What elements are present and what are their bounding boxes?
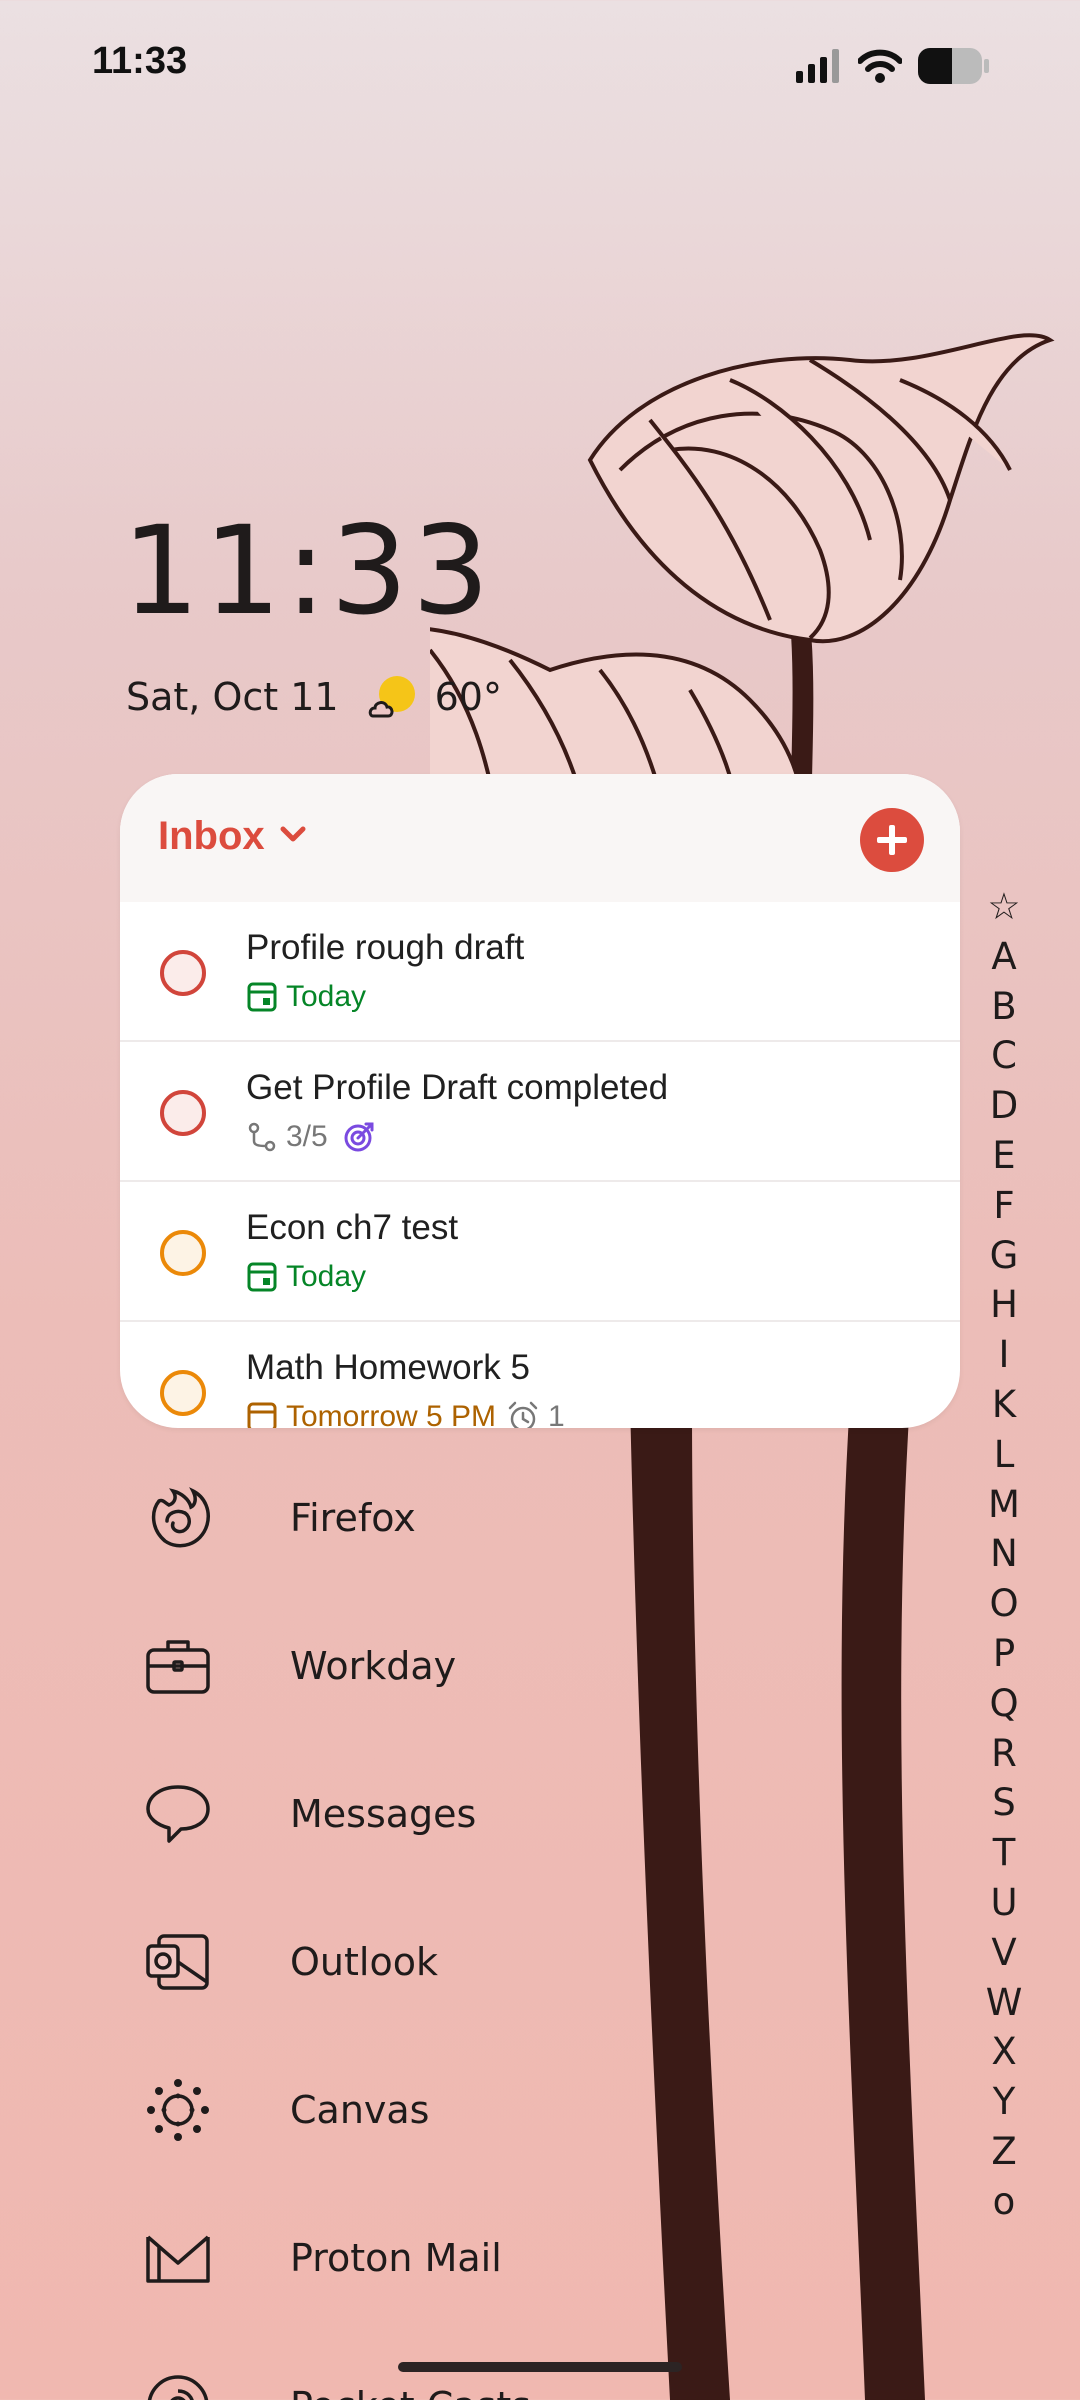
task-due: Tomorrow 5 PM (286, 1400, 497, 1428)
app-label: Pocket Casts (290, 2384, 531, 2400)
chevron-down-icon[interactable] (280, 826, 306, 844)
app-label: Messages (290, 1792, 477, 1836)
mail-icon (146, 2235, 210, 2283)
app-firefox[interactable]: Firefox (140, 1468, 640, 1568)
index-letter[interactable]: P (993, 1629, 1015, 1679)
task-meta: Tomorrow 5 PM 1 (246, 1400, 565, 1428)
home-clock[interactable]: 11:33 (122, 500, 494, 642)
task-row[interactable]: Get Profile Draft completed 3/5 (120, 1042, 960, 1182)
calendar-icon (247, 1402, 277, 1428)
pocket-casts-icon (147, 2375, 209, 2400)
index-letter[interactable]: T (993, 1828, 1016, 1878)
task-meta: 3/5 (246, 1120, 384, 1154)
task-row[interactable]: Profile rough draft Today (120, 902, 960, 1042)
app-proton-mail[interactable]: Proton Mail (140, 2208, 640, 2308)
app-canvas[interactable]: Canvas (140, 2060, 640, 2160)
calendar-icon (247, 982, 277, 1012)
index-favorites[interactable]: ☆ (987, 882, 1020, 932)
wifi-icon (858, 49, 902, 83)
index-letter[interactable]: I (999, 1330, 1010, 1380)
index-letter[interactable]: U (990, 1878, 1017, 1928)
index-letter[interactable]: Y (993, 2077, 1016, 2127)
index-letter[interactable]: D (990, 1081, 1019, 1131)
task-checkbox[interactable] (160, 1230, 206, 1276)
index-letter[interactable]: V (991, 1928, 1016, 1978)
index-letter[interactable]: L (994, 1430, 1015, 1480)
index-letter[interactable]: K (992, 1380, 1016, 1430)
app-outlook[interactable]: Outlook (140, 1912, 640, 2012)
project-selector[interactable]: Inbox (158, 814, 265, 859)
canvas-icon (147, 2079, 209, 2141)
firefox-icon (151, 1487, 210, 1548)
reminder-count: 1 (548, 1400, 565, 1428)
task-row[interactable]: Math Homework 5 Tomorrow 5 PM 1 (120, 1322, 960, 1428)
date-weather-row[interactable]: Sat, Oct 11 60° (126, 672, 502, 722)
index-other[interactable]: o (993, 2177, 1016, 2227)
briefcase-icon (146, 1640, 210, 1694)
date-label: Sat, Oct 11 (126, 675, 339, 719)
index-letter[interactable]: Z (991, 2127, 1016, 2177)
index-letter[interactable]: M (988, 1480, 1020, 1530)
task-row[interactable]: Econ ch7 test Today (120, 1182, 960, 1322)
index-letter[interactable]: B (991, 982, 1016, 1032)
alarm-icon (508, 1401, 538, 1428)
index-letter[interactable]: X (991, 2027, 1016, 2077)
task-checkbox[interactable] (160, 1370, 206, 1416)
alphabet-index[interactable]: ☆ A B C D E F G H I K L M N O P Q R S T … (980, 882, 1028, 2227)
temperature-label: 60° (434, 675, 502, 719)
goal-icon (344, 1122, 374, 1152)
calendar-icon (247, 1262, 277, 1292)
app-label: Firefox (290, 1496, 416, 1540)
task-checkbox[interactable] (160, 950, 206, 996)
subtask-count: 3/5 (286, 1120, 328, 1153)
outlook-icon (146, 1934, 209, 1990)
index-letter[interactable]: C (991, 1031, 1017, 1081)
index-letter[interactable]: E (992, 1131, 1015, 1181)
index-letter[interactable]: W (986, 1978, 1023, 2028)
index-letter[interactable]: O (989, 1579, 1018, 1629)
task-title: Math Homework 5 (246, 1348, 530, 1387)
task-due: Today (286, 1260, 367, 1293)
index-letter[interactable]: N (990, 1529, 1018, 1579)
app-label: Canvas (290, 2088, 430, 2132)
task-meta: Today (246, 980, 366, 1014)
app-label: Workday (290, 1644, 457, 1688)
index-letter[interactable]: H (990, 1280, 1018, 1330)
status-bar: 11:33 (0, 0, 1080, 130)
index-letter[interactable]: F (993, 1181, 1014, 1231)
todo-widget: Inbox Profile rough draft Today Get Prof… (120, 774, 960, 1428)
index-letter[interactable]: A (991, 932, 1016, 982)
index-letter[interactable]: Q (989, 1679, 1018, 1729)
status-icons (796, 48, 990, 84)
add-task-button[interactable] (860, 808, 924, 872)
widget-header: Inbox (120, 774, 960, 902)
partly-cloudy-icon (368, 676, 415, 718)
task-title: Econ ch7 test (246, 1208, 459, 1247)
subtask-icon (248, 1122, 276, 1152)
task-title: Get Profile Draft completed (246, 1068, 669, 1107)
status-time: 11:33 (92, 40, 188, 82)
task-due: Today (286, 980, 367, 1013)
app-messages[interactable]: Messages (140, 1764, 640, 1864)
index-letter[interactable]: G (990, 1231, 1019, 1281)
app-label: Outlook (290, 1940, 438, 1984)
index-letter[interactable]: S (992, 1778, 1016, 1828)
chat-bubble-icon (146, 1785, 210, 1843)
signal-icon (796, 49, 839, 83)
task-checkbox[interactable] (160, 1090, 206, 1136)
task-title: Profile rough draft (246, 928, 525, 967)
app-label: Proton Mail (290, 2236, 502, 2280)
task-meta: Today (246, 1260, 366, 1294)
battery-icon (918, 48, 989, 84)
app-workday[interactable]: Workday (140, 1616, 640, 1716)
index-letter[interactable]: R (991, 1729, 1017, 1779)
home-indicator[interactable] (398, 2362, 682, 2372)
